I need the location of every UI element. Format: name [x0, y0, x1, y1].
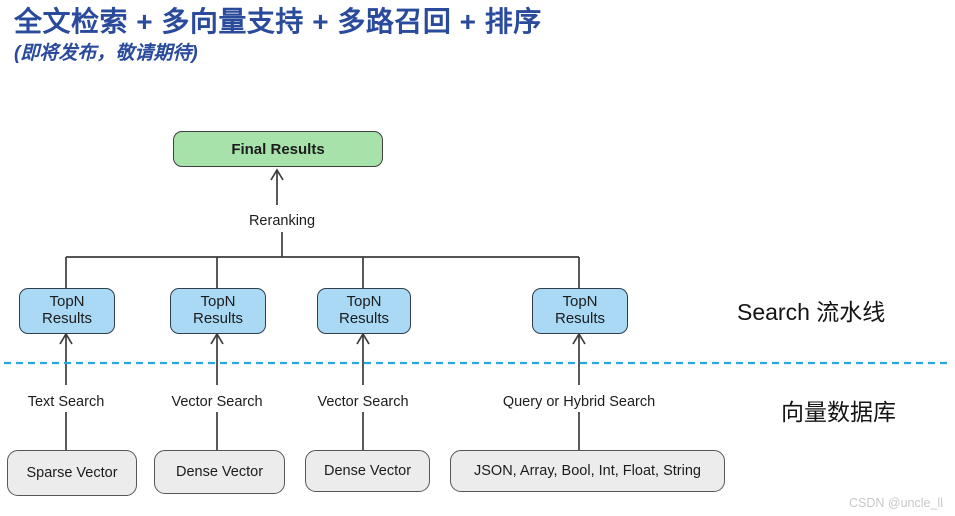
edge-label-vector-search-2: Vector Search	[317, 394, 409, 410]
edge-label-reranking: Reranking	[248, 213, 316, 229]
page-subtitle: (即将发布，敬请期待)	[14, 43, 198, 64]
zone-label-search-pipeline: Search 流水线	[737, 299, 886, 325]
node-sparse-vector[interactable]: Sparse Vector	[7, 450, 137, 496]
node-sparse-vector-label: Sparse Vector	[26, 465, 118, 481]
diagram-connectors	[4, 168, 948, 450]
node-topn-results-4-label: TopN Results	[554, 293, 606, 327]
edge-label-vector-search-1: Vector Search	[171, 394, 263, 410]
arrow-search-3	[356, 332, 370, 385]
node-topn-results-1-label: TopN Results	[41, 293, 93, 327]
node-final-results[interactable]: Final Results	[173, 131, 383, 167]
node-scalar-types-label: JSON, Array, Bool, Int, Float, String	[474, 463, 701, 479]
zone-label-vector-database: 向量数据库	[781, 399, 896, 425]
title-block: 全文检索 + 多向量支持 + 多路召回 + 排序 (即将发布，敬请期待)	[14, 4, 914, 67]
node-dense-vector-2-label: Dense Vector	[323, 463, 412, 479]
arrow-search-4	[572, 332, 586, 385]
node-scalar-types[interactable]: JSON, Array, Bool, Int, Float, String	[450, 450, 725, 492]
node-topn-results-2[interactable]: TopN Results	[170, 288, 266, 334]
watermark: CSDN @uncle_ll	[849, 496, 943, 510]
slide-canvas: 全文检索 + 多向量支持 + 多路召回 + 排序 (即将发布，敬请期待) Fin…	[0, 0, 955, 516]
node-topn-results-1[interactable]: TopN Results	[19, 288, 115, 334]
arrow-search-2	[210, 332, 224, 385]
node-topn-results-3-label: TopN Results	[338, 293, 390, 327]
arrow-search-1	[59, 332, 73, 385]
node-dense-vector-1-label: Dense Vector	[175, 464, 264, 480]
edge-label-text-search: Text Search	[27, 394, 105, 410]
node-final-results-label: Final Results	[231, 140, 325, 158]
node-topn-results-2-label: TopN Results	[192, 293, 244, 327]
node-topn-results-3[interactable]: TopN Results	[317, 288, 411, 334]
page-title: 全文检索 + 多向量支持 + 多路召回 + 排序	[14, 6, 542, 37]
node-dense-vector-2[interactable]: Dense Vector	[305, 450, 430, 492]
arrow-reranking-to-final	[270, 168, 284, 205]
node-topn-results-4[interactable]: TopN Results	[532, 288, 628, 334]
edge-label-query-hybrid-search: Query or Hybrid Search	[502, 394, 656, 410]
node-dense-vector-1[interactable]: Dense Vector	[154, 450, 285, 494]
